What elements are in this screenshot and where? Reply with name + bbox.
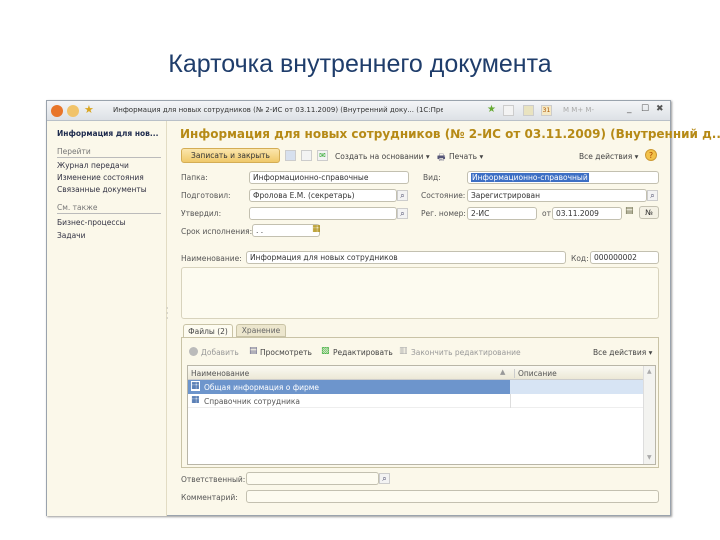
all-actions-menu[interactable]: Все действия ▾ xyxy=(579,152,638,161)
folder-label: Папка: xyxy=(181,173,208,182)
finish-edit-icon: ▥ xyxy=(399,346,408,356)
prepared-by-field[interactable]: Фролова Е.М. (секретарь) xyxy=(249,189,397,202)
name-label: Наименование: xyxy=(181,254,242,263)
status-search-icon[interactable]: ⌕ xyxy=(647,190,658,201)
date-label: от xyxy=(542,209,551,218)
app-window: ★ Информация для новых сотрудников (№ 2-… xyxy=(46,100,720,516)
send-icon[interactable]: ✉ xyxy=(317,150,328,161)
printer-icon: 🖶 xyxy=(437,153,446,163)
sidebar-item-business-processes[interactable]: Бизнес-процессы xyxy=(57,218,126,227)
calendar-icon[interactable]: 31 xyxy=(541,105,552,116)
edit-icon: ▧ xyxy=(321,346,330,356)
deadline-label: Срок исполнения: xyxy=(181,227,253,236)
approved-by-label: Утвердил: xyxy=(181,209,222,218)
column-header-description[interactable]: Описание xyxy=(514,369,557,378)
sort-asc-icon: ▲ xyxy=(500,368,506,376)
print-menu[interactable]: Печать ▾ xyxy=(449,152,483,161)
view-icon: ▤ xyxy=(249,346,258,356)
splitter-handle[interactable]: · · · xyxy=(166,305,169,323)
file-name: Справочник сотрудника xyxy=(204,397,300,406)
number-button[interactable]: № xyxy=(639,206,659,219)
favorites-icon[interactable]: ★ xyxy=(487,104,496,115)
deadline-field[interactable]: . . xyxy=(252,224,320,237)
name-field[interactable]: Информация для новых сотрудников xyxy=(246,251,566,264)
table-header: Наименование ▲ Описание xyxy=(188,366,643,380)
app-logo-icon[interactable] xyxy=(51,105,63,117)
file-name: Общая информация о фирме xyxy=(204,383,320,392)
approved-by-field[interactable] xyxy=(249,207,397,220)
table-row[interactable]: ▦ Общая информация о фирме xyxy=(188,380,643,394)
slide-title: Карточка внутреннего документа xyxy=(168,50,552,78)
prepared-by-search-icon[interactable]: ⌕ xyxy=(397,190,408,201)
see-also-section-label: См. также xyxy=(57,203,161,214)
add-icon xyxy=(189,347,198,356)
save-and-close-button[interactable]: Записать и закрыть xyxy=(181,148,280,163)
sidebar-item-tasks[interactable]: Задачи xyxy=(57,231,86,240)
table-scrollbar[interactable]: ▲ ▼ xyxy=(643,366,655,464)
form-heading: Информация для новых сотрудников (№ 2-ИС… xyxy=(180,127,720,141)
description-textarea[interactable] xyxy=(181,267,659,319)
files-all-actions-menu[interactable]: Все действия ▾ xyxy=(593,348,652,357)
code-label: Код: xyxy=(571,254,589,263)
view-button[interactable]: Просмотреть xyxy=(260,348,312,357)
sidebar-item-linked-docs[interactable]: Связанные документы xyxy=(57,185,147,194)
sidebar-header[interactable]: Информация для нов... xyxy=(57,129,158,138)
files-table: Наименование ▲ Описание ▦ Общая информац… xyxy=(187,365,656,465)
reg-number-field[interactable]: 2-ИС xyxy=(467,207,537,220)
finish-editing-button[interactable]: Закончить редактирование xyxy=(411,348,521,357)
comment-field[interactable] xyxy=(246,490,659,503)
calendar-picker-icon[interactable]: ▦ xyxy=(312,224,321,234)
close-button[interactable]: ✖ xyxy=(656,104,664,114)
create-based-on-menu[interactable]: Создать на основании ▾ xyxy=(335,152,430,161)
sidebar-item-transfer-log[interactable]: Журнал передачи xyxy=(57,161,129,170)
kind-field[interactable]: Информационно-справочный xyxy=(467,171,659,184)
menu-icon[interactable] xyxy=(67,105,79,117)
column-header-name[interactable]: Наименование xyxy=(191,369,249,378)
sidebar: Информация для нов... Перейти Журнал пер… xyxy=(47,121,167,516)
help-button[interactable]: ? xyxy=(645,149,657,161)
status-label: Состояние: xyxy=(421,191,466,200)
reg-number-label: Рег. номер: xyxy=(421,209,466,218)
table-row[interactable]: ▦ Справочник сотрудника xyxy=(188,394,643,408)
word-file-icon: ▦ xyxy=(191,381,200,391)
responsible-search-icon[interactable]: ⌕ xyxy=(379,473,390,484)
prepared-by-label: Подготовил: xyxy=(181,191,231,200)
tab-storage[interactable]: Хранение xyxy=(236,324,286,337)
goto-section-label: Перейти xyxy=(57,147,161,158)
history-icon[interactable] xyxy=(503,105,514,116)
minimize-button[interactable]: _ xyxy=(627,104,632,114)
code-field[interactable]: 000000002 xyxy=(590,251,659,264)
kind-value: Информационно-справочный xyxy=(471,173,589,182)
title-bar: ★ Информация для новых сотрудников (№ 2-… xyxy=(47,101,670,121)
save-icon[interactable] xyxy=(285,150,296,161)
responsible-field[interactable] xyxy=(246,472,379,485)
calculator-icon[interactable] xyxy=(523,105,534,116)
word-file-icon: ▦ xyxy=(191,395,200,405)
sidebar-item-status-change[interactable]: Изменение состояния xyxy=(57,173,144,182)
approved-by-search-icon[interactable]: ⌕ xyxy=(397,208,408,219)
window-title: Информация для новых сотрудников (№ 2-ИС… xyxy=(113,106,443,114)
date-picker-icon[interactable]: ▤ xyxy=(625,206,634,216)
status-field[interactable]: Зарегистрирован xyxy=(467,189,647,202)
folder-field[interactable]: Информационно-справочные xyxy=(249,171,409,184)
post-icon[interactable] xyxy=(301,150,312,161)
edit-button[interactable]: Редактировать xyxy=(333,348,393,357)
maximize-button[interactable]: ☐ xyxy=(641,104,649,114)
memory-buttons[interactable]: M M+ M- xyxy=(563,106,594,114)
responsible-label: Ответственный: xyxy=(181,475,246,484)
add-button[interactable]: Добавить xyxy=(201,348,239,357)
date-field[interactable]: 03.11.2009 xyxy=(552,207,622,220)
star-icon[interactable]: ★ xyxy=(84,103,94,116)
kind-label: Вид: xyxy=(423,173,441,182)
tab-files[interactable]: Файлы (2) xyxy=(183,324,233,338)
comment-label: Комментарий: xyxy=(181,493,238,502)
